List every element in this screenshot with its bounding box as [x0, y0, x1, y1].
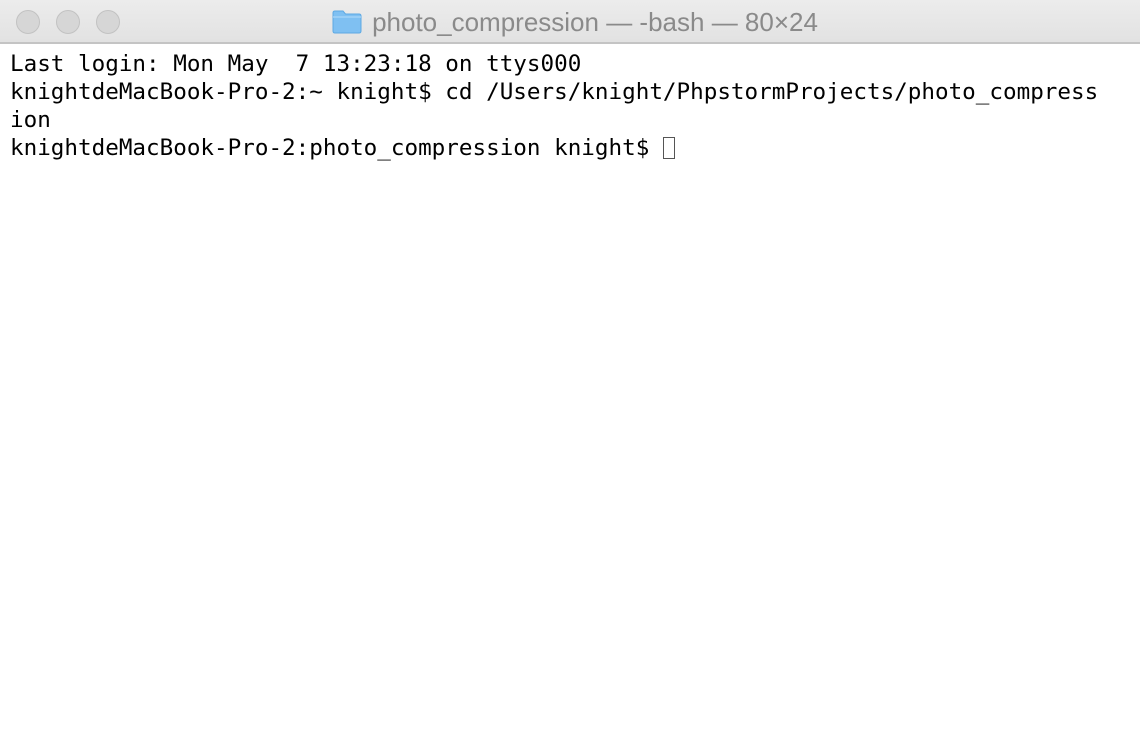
- folder-icon: [332, 10, 362, 34]
- prompt-line: knightdeMacBook-Pro-2:photo_compression …: [10, 134, 1134, 162]
- terminal-line: knightdeMacBook-Pro-2:~ knight$ cd /User…: [10, 79, 1099, 105]
- terminal-window: photo_compression — -bash — 80×24 Last l…: [0, 0, 1140, 732]
- terminal-line: ion: [10, 107, 51, 133]
- window-title-group: photo_compression — -bash — 80×24: [0, 0, 1140, 44]
- text-cursor: [662, 137, 675, 159]
- prompt-text: knightdeMacBook-Pro-2:photo_compression …: [10, 135, 663, 161]
- title-bar[interactable]: photo_compression — -bash — 80×24: [0, 0, 1140, 44]
- window-title: photo_compression — -bash — 80×24: [372, 6, 818, 37]
- terminal-output[interactable]: Last login: Mon May 7 13:23:18 on ttys00…: [10, 50, 1134, 162]
- terminal-line: Last login: Mon May 7 13:23:18 on ttys00…: [10, 51, 582, 77]
